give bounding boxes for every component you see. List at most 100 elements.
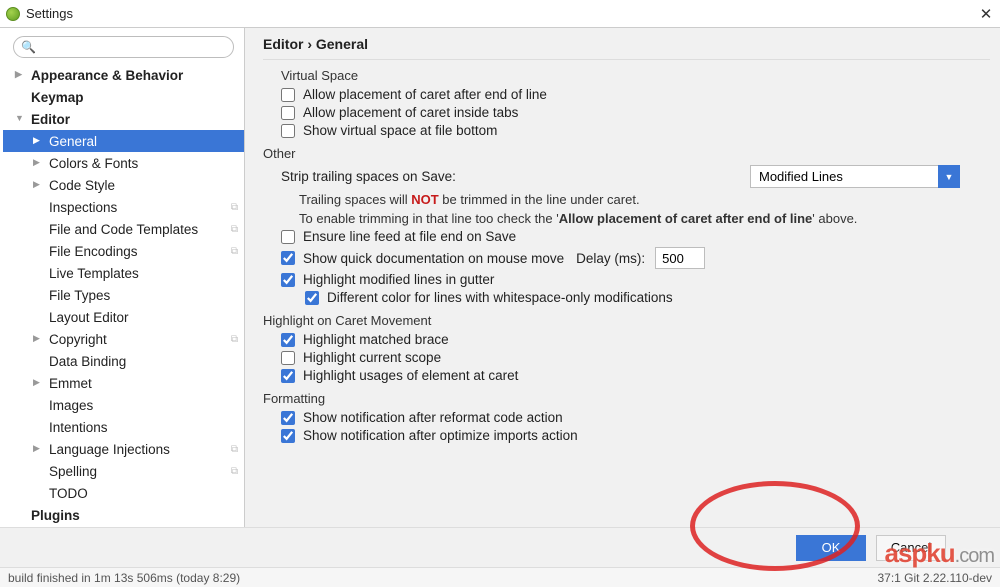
- search-icon: 🔍: [21, 40, 36, 54]
- show-virtual-bottom-checkbox[interactable]: [281, 124, 295, 138]
- allow-caret-end-checkbox[interactable]: [281, 88, 295, 102]
- strip-trailing-select[interactable]: ▼: [750, 165, 960, 188]
- strip-note-1: Trailing spaces will NOT be trimmed in t…: [299, 192, 990, 207]
- tree-item-label: Data Binding: [49, 354, 126, 369]
- current-scope-row[interactable]: Highlight current scope: [281, 350, 990, 365]
- dialog-footer: OK Cancel: [0, 527, 1000, 567]
- ensure-lf-row[interactable]: Ensure line feed at file end on Save: [281, 229, 990, 244]
- tree-item-images[interactable]: Images: [3, 394, 244, 416]
- allow-caret-end-row[interactable]: Allow placement of caret after end of li…: [281, 87, 990, 102]
- tree-item-label: Colors & Fonts: [49, 156, 138, 171]
- tree-item-label: Emmet: [49, 376, 92, 391]
- close-button[interactable]: ✕: [978, 6, 994, 22]
- tree-item-file-encodings[interactable]: File Encodings⧉: [3, 240, 244, 262]
- tree-item-label: File and Code Templates: [49, 222, 198, 237]
- strip-trailing-value[interactable]: [750, 165, 960, 188]
- tree-item-live-templates[interactable]: Live Templates: [3, 262, 244, 284]
- tree-item-emmet[interactable]: Emmet: [3, 372, 244, 394]
- optimize-notify-row[interactable]: Show notification after optimize imports…: [281, 428, 990, 443]
- arrow-spacer-icon: [33, 289, 45, 301]
- search-wrap: 🔍: [3, 28, 244, 64]
- matched-brace-checkbox[interactable]: [281, 333, 295, 347]
- allow-caret-tabs-checkbox[interactable]: [281, 106, 295, 120]
- cancel-button[interactable]: Cancel: [876, 535, 946, 561]
- tree-item-appearance-behavior[interactable]: Appearance & Behavior: [3, 64, 244, 86]
- tree-item-editor[interactable]: Editor: [3, 108, 244, 130]
- titlebar: Settings ✕: [0, 0, 1000, 28]
- tree-item-todo[interactable]: TODO: [3, 482, 244, 504]
- quick-doc-row: Show quick documentation on mouse move D…: [281, 247, 990, 269]
- allow-caret-tabs-row[interactable]: Allow placement of caret inside tabs: [281, 105, 990, 120]
- tree-item-general[interactable]: General: [3, 130, 244, 152]
- highlight-modified-label: Highlight modified lines in gutter: [303, 272, 494, 287]
- ok-button[interactable]: OK: [796, 535, 866, 561]
- show-virtual-bottom-label: Show virtual space at file bottom: [303, 123, 497, 138]
- tree-item-label: Appearance & Behavior: [31, 68, 183, 83]
- tree-item-label: Spelling: [49, 464, 97, 479]
- arrow-spacer-icon: [33, 267, 45, 279]
- tree-item-plugins[interactable]: Plugins: [3, 504, 244, 526]
- tree-item-keymap[interactable]: Keymap: [3, 86, 244, 108]
- arrow-spacer-icon: [33, 311, 45, 323]
- show-virtual-bottom-row[interactable]: Show virtual space at file bottom: [281, 123, 990, 138]
- tree-item-language-injections[interactable]: Language Injections⧉: [3, 438, 244, 460]
- strip-note-2: To enable trimming in that line too chec…: [299, 211, 990, 226]
- tree-item-code-style[interactable]: Code Style: [3, 174, 244, 196]
- matched-brace-row[interactable]: Highlight matched brace: [281, 332, 990, 347]
- diff-color-checkbox[interactable]: [305, 291, 319, 305]
- current-scope-label: Highlight current scope: [303, 350, 441, 365]
- matched-brace-label: Highlight matched brace: [303, 332, 449, 347]
- tree-item-label: Keymap: [31, 90, 84, 105]
- window-title: Settings: [26, 6, 73, 21]
- optimize-notify-label: Show notification after optimize imports…: [303, 428, 578, 443]
- arrow-spacer-icon: [33, 487, 45, 499]
- diff-color-row[interactable]: Different color for lines with whitespac…: [305, 290, 990, 305]
- allow-caret-end-label: Allow placement of caret after end of li…: [303, 87, 547, 102]
- ensure-lf-checkbox[interactable]: [281, 230, 295, 244]
- quick-doc-checkbox[interactable]: [281, 251, 295, 265]
- quick-doc-label: Show quick documentation on mouse move: [303, 251, 564, 266]
- chevron-right-icon: [33, 333, 45, 345]
- status-left: build finished in 1m 13s 506ms (today 8:…: [8, 571, 240, 585]
- delay-input[interactable]: [655, 247, 705, 269]
- tree-item-spelling[interactable]: Spelling ⧉: [3, 460, 244, 482]
- reformat-notify-checkbox[interactable]: [281, 411, 295, 425]
- project-level-icon: ⧉: [231, 466, 238, 477]
- tree-item-file-types[interactable]: File Types: [3, 284, 244, 306]
- optimize-notify-checkbox[interactable]: [281, 429, 295, 443]
- tree-item-label: General: [49, 134, 97, 149]
- tree-item-data-binding[interactable]: Data Binding: [3, 350, 244, 372]
- tree-item-label: Copyright: [49, 332, 107, 347]
- highlight-modified-row[interactable]: Highlight modified lines in gutter: [281, 272, 990, 287]
- project-level-icon: ⧉: [231, 334, 238, 345]
- tree-item-inspections[interactable]: Inspections⧉: [3, 196, 244, 218]
- settings-tree[interactable]: Appearance & Behavior Keymap Editor General…: [3, 64, 244, 548]
- section-virtual-space: Virtual Space: [281, 68, 990, 83]
- usages-caret-row[interactable]: Highlight usages of element at caret: [281, 368, 990, 383]
- tree-item-intentions[interactable]: Intentions: [3, 416, 244, 438]
- ensure-lf-label: Ensure line feed at file end on Save: [303, 229, 516, 244]
- strip-trailing-label: Strip trailing spaces on Save:: [281, 169, 456, 184]
- arrow-spacer-icon: [33, 223, 45, 235]
- tree-item-copyright[interactable]: Copyright ⧉: [3, 328, 244, 350]
- chevron-down-icon[interactable]: ▼: [938, 165, 960, 188]
- tree-item-layout-editor[interactable]: Layout Editor: [3, 306, 244, 328]
- arrow-spacer-icon: [33, 201, 45, 213]
- project-level-icon: ⧉: [231, 246, 238, 257]
- arrow-spacer-icon: [33, 245, 45, 257]
- search-input[interactable]: [13, 36, 234, 58]
- tree-item-file-and-code-templates[interactable]: File and Code Templates⧉: [3, 218, 244, 240]
- highlight-modified-checkbox[interactable]: [281, 273, 295, 287]
- usages-caret-label: Highlight usages of element at caret: [303, 368, 518, 383]
- sidebar: 🔍 Appearance & Behavior Keymap Editor Gener…: [0, 28, 245, 548]
- current-scope-checkbox[interactable]: [281, 351, 295, 365]
- reformat-notify-row[interactable]: Show notification after reformat code ac…: [281, 410, 990, 425]
- chevron-right-icon: [33, 377, 45, 389]
- arrow-spacer-icon: [33, 399, 45, 411]
- app-icon: [6, 7, 20, 21]
- chevron-right-icon: [33, 179, 45, 191]
- tree-item-colors-fonts[interactable]: Colors & Fonts: [3, 152, 244, 174]
- chevron-down-icon: [15, 113, 27, 125]
- arrow-spacer-icon: [15, 509, 27, 521]
- usages-caret-checkbox[interactable]: [281, 369, 295, 383]
